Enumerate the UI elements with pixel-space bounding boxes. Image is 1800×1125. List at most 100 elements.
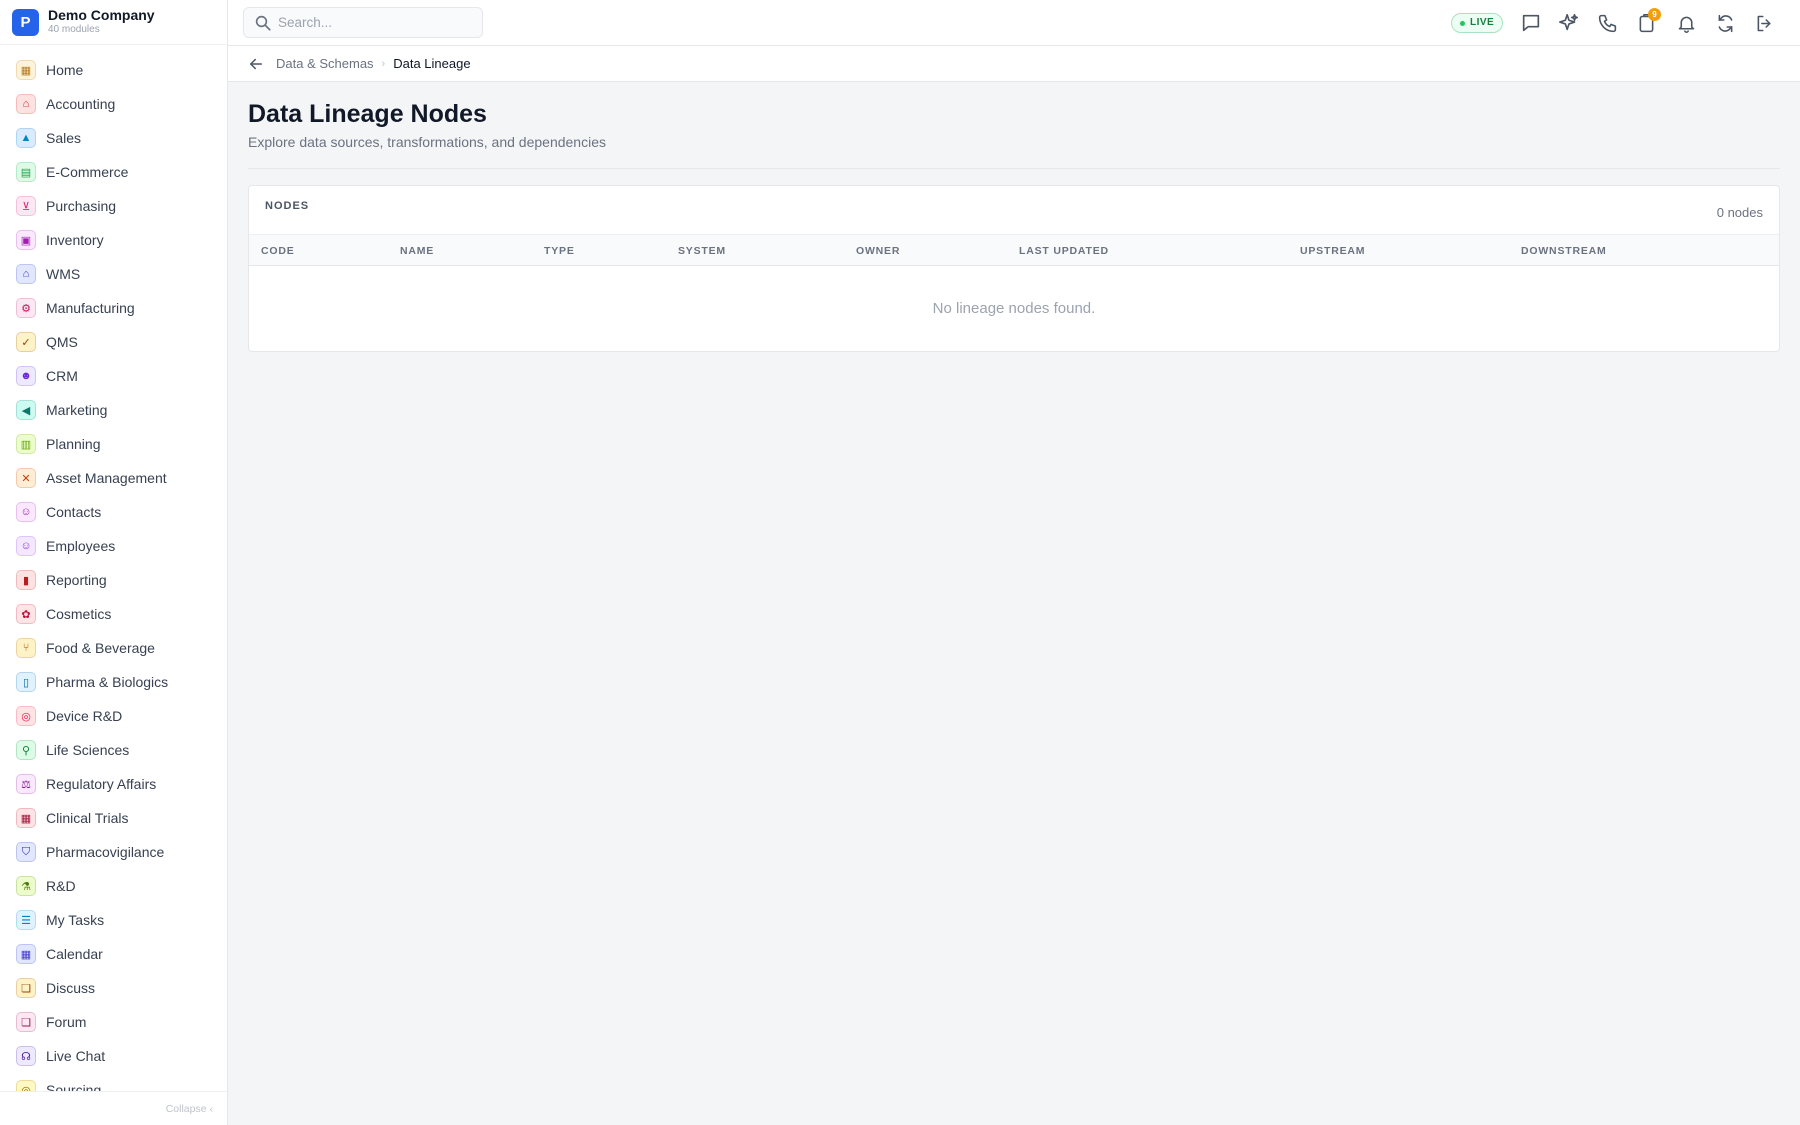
nodes-count: 0 nodes	[1716, 205, 1763, 220]
sidebar-item-label: Regulatory Affairs	[46, 776, 157, 792]
factory-icon: ⚙	[16, 298, 36, 318]
column-header-system[interactable]: SYSTEM	[678, 245, 726, 257]
sidebar-item-accounting[interactable]: ⌂ Accounting	[0, 87, 227, 121]
sidebar-item-label: Life Sciences	[46, 742, 130, 758]
phone-button[interactable]	[1595, 11, 1619, 35]
bank-icon: ⌂	[16, 94, 36, 114]
clipboard-check-icon: ▦	[16, 808, 36, 828]
sparkles-icon	[1559, 13, 1579, 31]
pill-bottle-icon: ▯	[16, 672, 36, 692]
refresh-icon	[1718, 14, 1732, 32]
warehouse-icon: ⌂	[16, 264, 36, 284]
breadcrumb-separator: ›	[381, 57, 386, 70]
sidebar-item-device-randd[interactable]: ◎ Device R&D	[0, 699, 227, 733]
nodes-card-title: NODES	[265, 200, 310, 212]
chat-bubbles-icon: ❏	[16, 978, 36, 998]
column-header-name[interactable]: NAME	[400, 245, 434, 257]
sidebar-item-marketing[interactable]: ◀ Marketing	[0, 393, 227, 427]
shield-icon: ⛉	[16, 842, 36, 862]
bar-chart-icon: ▮	[16, 570, 36, 590]
sidebar-item-employees[interactable]: ☺ Employees	[0, 529, 227, 563]
sidebar-item-cosmetics[interactable]: ✿ Cosmetics	[0, 597, 227, 631]
sidebar-item-label: Live Chat	[46, 1048, 106, 1064]
calendar-icon: ▦	[16, 944, 36, 964]
headset-icon: ☊	[16, 1046, 36, 1066]
ai-assistant-button[interactable]	[1557, 11, 1581, 35]
sidebar-item-asset-management[interactable]: ✕ Asset Management	[0, 461, 227, 495]
messages-button[interactable]	[1519, 11, 1543, 35]
sidebar-item-label: Home	[46, 62, 84, 78]
column-header-code[interactable]: CODE	[261, 245, 295, 257]
sidebar-item-contacts[interactable]: ☺ Contacts	[0, 495, 227, 529]
sidebar-item-sales[interactable]: ▲ Sales	[0, 121, 227, 155]
sidebar-item-manufacturing[interactable]: ⚙ Manufacturing	[0, 291, 227, 325]
cart-icon: ⊻	[16, 196, 36, 216]
sidebar-item-my-tasks[interactable]: ☰ My Tasks	[0, 903, 227, 937]
sidebar-item-label: Manufacturing	[46, 300, 135, 316]
live-status-badge: LIVE	[1451, 13, 1504, 33]
column-header-owner[interactable]: OWNER	[856, 245, 900, 257]
sidebar-item-label: Cosmetics	[46, 606, 112, 622]
logout-icon	[1757, 15, 1771, 31]
clipboard-icon: ▥	[16, 434, 36, 454]
gavel-icon: ⚖	[16, 774, 36, 794]
sidebar-item-sourcing[interactable]: ◎ Sourcing	[0, 1073, 227, 1091]
tasks-button[interactable]: 9	[1634, 8, 1661, 35]
sidebar-item-label: QMS	[46, 334, 78, 350]
top-bar: LIVE 9	[228, 0, 1800, 46]
sidebar-item-life-sciences[interactable]: ⚲ Life Sciences	[0, 733, 227, 767]
column-header-upstream[interactable]: UPSTREAM	[1300, 245, 1365, 257]
sidebar-item-planning[interactable]: ▥ Planning	[0, 427, 227, 461]
search-input[interactable]	[278, 15, 478, 30]
sidebar-item-label: Reporting	[46, 572, 107, 588]
notifications-button[interactable]	[1674, 11, 1698, 35]
sidebar-item-pharmacovigilance[interactable]: ⛉ Pharmacovigilance	[0, 835, 227, 869]
sidebar-item-reporting[interactable]: ▮ Reporting	[0, 563, 227, 597]
sidebar-item-label: Accounting	[46, 96, 116, 112]
breadcrumb-link-data-schemas[interactable]: Data & Schemas	[276, 56, 374, 71]
sidebar-item-forum[interactable]: ❏ Forum	[0, 1005, 227, 1039]
sidebar-item-wms[interactable]: ⌂ WMS	[0, 257, 227, 291]
checklist-icon: ☰	[16, 910, 36, 930]
back-button[interactable]	[246, 54, 266, 74]
sidebar-item-crm[interactable]: ☻ CRM	[0, 359, 227, 393]
check-badge-icon: ✓	[16, 332, 36, 352]
sidebar-item-label: Sourcing	[46, 1082, 102, 1091]
chip-icon: ◎	[16, 706, 36, 726]
sidebar-item-randd[interactable]: ⚗ R&D	[0, 869, 227, 903]
column-header-downstream[interactable]: DOWNSTREAM	[1521, 245, 1607, 257]
company-switcher[interactable]: P Demo Company 40 modules	[0, 0, 227, 45]
module-count: 40 modules	[48, 24, 100, 35]
sidebar-item-label: Pharmacovigilance	[46, 844, 165, 860]
sidebar: P Demo Company 40 modules ▦ Home ⌂ Accounti…	[0, 0, 228, 1125]
sidebar-item-label: Calendar	[46, 946, 103, 962]
search-box[interactable]	[243, 7, 483, 38]
sidebar-item-qms[interactable]: ✓ QMS	[0, 325, 227, 359]
sidebar-item-label: Inventory	[46, 232, 104, 248]
column-header-last-updated[interactable]: LAST UPDATED	[1019, 245, 1109, 257]
sidebar-item-calendar[interactable]: ▦ Calendar	[0, 937, 227, 971]
contact-card-icon: ☺	[16, 502, 36, 522]
forum-icon: ❏	[16, 1012, 36, 1032]
sidebar-item-pharma-and-biologics[interactable]: ▯ Pharma & Biologics	[0, 665, 227, 699]
search-icon	[255, 15, 271, 31]
sidebar-item-label: Clinical Trials	[46, 810, 129, 826]
sidebar-item-home[interactable]: ▦ Home	[0, 53, 227, 87]
sidebar-item-purchasing[interactable]: ⊻ Purchasing	[0, 189, 227, 223]
page-title: Data Lineage Nodes	[248, 100, 487, 128]
sidebar-item-discuss[interactable]: ❏ Discuss	[0, 971, 227, 1005]
sidebar-item-inventory[interactable]: ▣ Inventory	[0, 223, 227, 257]
sidebar-item-label: Sales	[46, 130, 82, 146]
column-header-type[interactable]: TYPE	[544, 245, 575, 257]
collapse-sidebar-button[interactable]: Collapse ‹	[0, 1091, 227, 1125]
logout-button[interactable]	[1752, 11, 1776, 35]
sidebar-item-food-and-beverage[interactable]: ⑂ Food & Beverage	[0, 631, 227, 665]
sidebar-item-label: WMS	[46, 266, 81, 282]
sidebar-item-regulatory-affairs[interactable]: ⚖ Regulatory Affairs	[0, 767, 227, 801]
sidebar-item-e-commerce[interactable]: ▤ E-Commerce	[0, 155, 227, 189]
sync-button[interactable]	[1713, 11, 1737, 35]
sidebar-item-label: Pharma & Biologics	[46, 674, 169, 690]
sidebar-item-clinical-trials[interactable]: ▦ Clinical Trials	[0, 801, 227, 835]
sidebar-item-live-chat[interactable]: ☊ Live Chat	[0, 1039, 227, 1073]
sidebar-item-label: Device R&D	[46, 708, 123, 724]
